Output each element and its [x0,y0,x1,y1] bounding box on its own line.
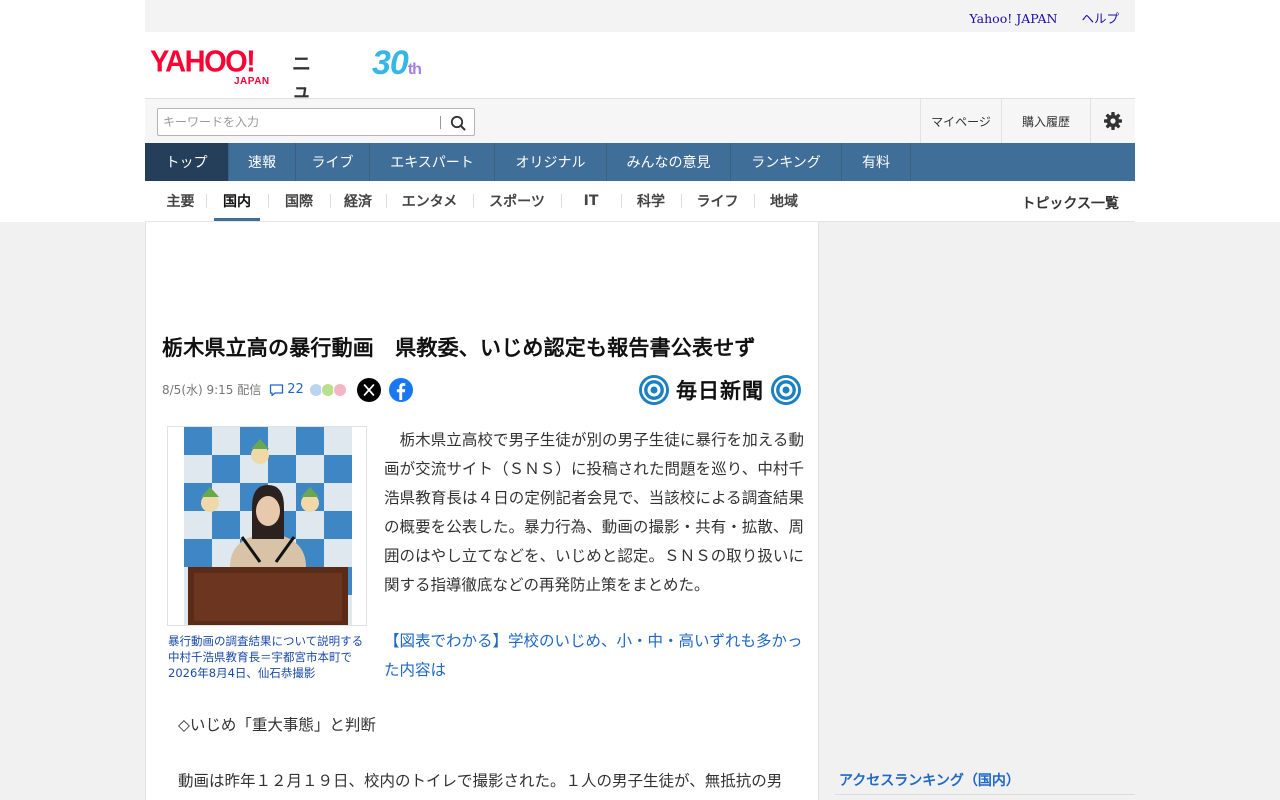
tab-it[interactable]: IT [561,181,621,221]
search-row: マイページ 購入履歴 [145,98,1135,143]
access-ranking-heading[interactable]: アクセスランキング（国内） [839,770,1020,790]
publisher-logo[interactable]: 毎日新聞 [638,373,802,407]
article-subhead: ◇いじめ「重大事態」と判断 [178,716,376,734]
publisher-name: 毎日新聞 [676,378,764,403]
main-nav: トップ 速報 ライブ エキスパート オリジナル みんなの意見 ランキング 有料 [145,143,1135,181]
gear-icon [1104,112,1122,130]
reaction-faces[interactable] [308,382,347,397]
mainichi-emblem-icon [771,375,801,405]
search-button[interactable] [446,112,470,134]
mypage-button[interactable]: マイページ [920,99,1001,143]
publish-date: 8/5(水) 9:15 配信 [162,383,262,397]
related-article-link[interactable]: 【図表でわかる】学校のいじめ、小・中・高いずれも多かった内容は [384,627,804,685]
tab-entertainment[interactable]: エンタメ [386,181,473,221]
yahoo-wordmark: YAHOO! [150,45,256,79]
share-x-button[interactable] [357,378,381,402]
article-title: 栃木県立高の暴行動画 県教委、いじめ認定も報告書公表せず [162,336,756,360]
topics-list-link[interactable]: トピックス一覧 [1021,193,1119,213]
search-input[interactable] [158,109,438,135]
press-conference-photo [168,427,366,625]
category-tabs: 主要 国内 国際 経済 エンタメ スポーツ IT 科学 ライフ 地域 [155,181,814,221]
30th-anniversary-logo: 30th [372,44,422,83]
nav-original[interactable]: オリジナル [495,143,607,181]
article-meta: 8/5(水) 9:15 配信 22 [162,381,347,398]
reaction-face-icon [332,382,347,397]
settings-button[interactable] [1090,99,1135,143]
tab-science[interactable]: 科学 [621,181,681,221]
nav-breaking[interactable]: 速報 [229,143,296,181]
nav-live[interactable]: ライブ [296,143,370,181]
tab-main[interactable]: 主要 [155,181,206,221]
article-panel: 栃木県立高の暴行動画 県教委、いじめ認定も報告書公表せず 8/5(水) 9:15… [145,222,819,800]
article-photo[interactable] [167,426,367,626]
logo-row: YAHOO! JAPAN ニュース 30th [145,32,1135,156]
tab-region[interactable]: 地域 [754,181,814,221]
search-icon [450,115,466,131]
purchase-history-button[interactable]: 購入履歴 [1001,99,1090,143]
x-icon [363,384,375,396]
nav-expert[interactable]: エキスパート [370,143,495,181]
category-nav: 主要 国内 国際 経済 エンタメ スポーツ IT 科学 ライフ 地域 トピックス… [145,181,1135,222]
japan-wordmark: JAPAN [234,76,270,87]
anniversary-number: 30 [372,44,409,82]
yahoo-japan-link[interactable]: Yahoo! JAPAN [969,11,1057,26]
search-box [157,108,475,136]
tab-life[interactable]: ライフ [681,181,754,221]
tab-international[interactable]: 国際 [268,181,330,221]
article-body: 栃木県立高校で男子生徒が別の男子生徒に暴行を加える動画が交流サイト（ＳＮＳ）に投… [384,431,804,594]
header-tools: マイページ 購入履歴 [920,99,1135,143]
tab-economy[interactable]: 経済 [330,181,386,221]
article-paragraph: 動画は昨年１２月１９日、校内のトイレで撮影された。１人の男子生徒が、無抵抗の男 [178,772,783,790]
nav-paid[interactable]: 有料 [842,143,911,181]
utility-links: Yahoo! JAPAN ヘルプ [949,8,1119,27]
share-facebook-button[interactable] [389,378,413,402]
photo-caption: 暴行動画の調査結果について説明する中村千浩県教育長＝宇都宮市本町で2026年8月… [168,634,364,680]
facebook-icon [396,383,406,400]
mainichi-emblem-icon [639,375,669,405]
help-link[interactable]: ヘルプ [1081,11,1119,26]
comments-link[interactable]: 22 [269,382,304,397]
ranking-divider [835,794,1135,795]
nav-opinions[interactable]: みんなの意見 [607,143,731,181]
tab-sports[interactable]: スポーツ [473,181,561,221]
tab-domestic[interactable]: 国内 [206,181,268,221]
nav-ranking[interactable]: ランキング [731,143,842,181]
anniversary-suffix: th [407,61,422,78]
comment-icon [270,383,284,396]
utility-bar: Yahoo! JAPAN ヘルプ [145,0,1135,32]
search-divider [440,116,441,129]
nav-top[interactable]: トップ [145,143,229,181]
comment-count: 22 [287,382,304,397]
